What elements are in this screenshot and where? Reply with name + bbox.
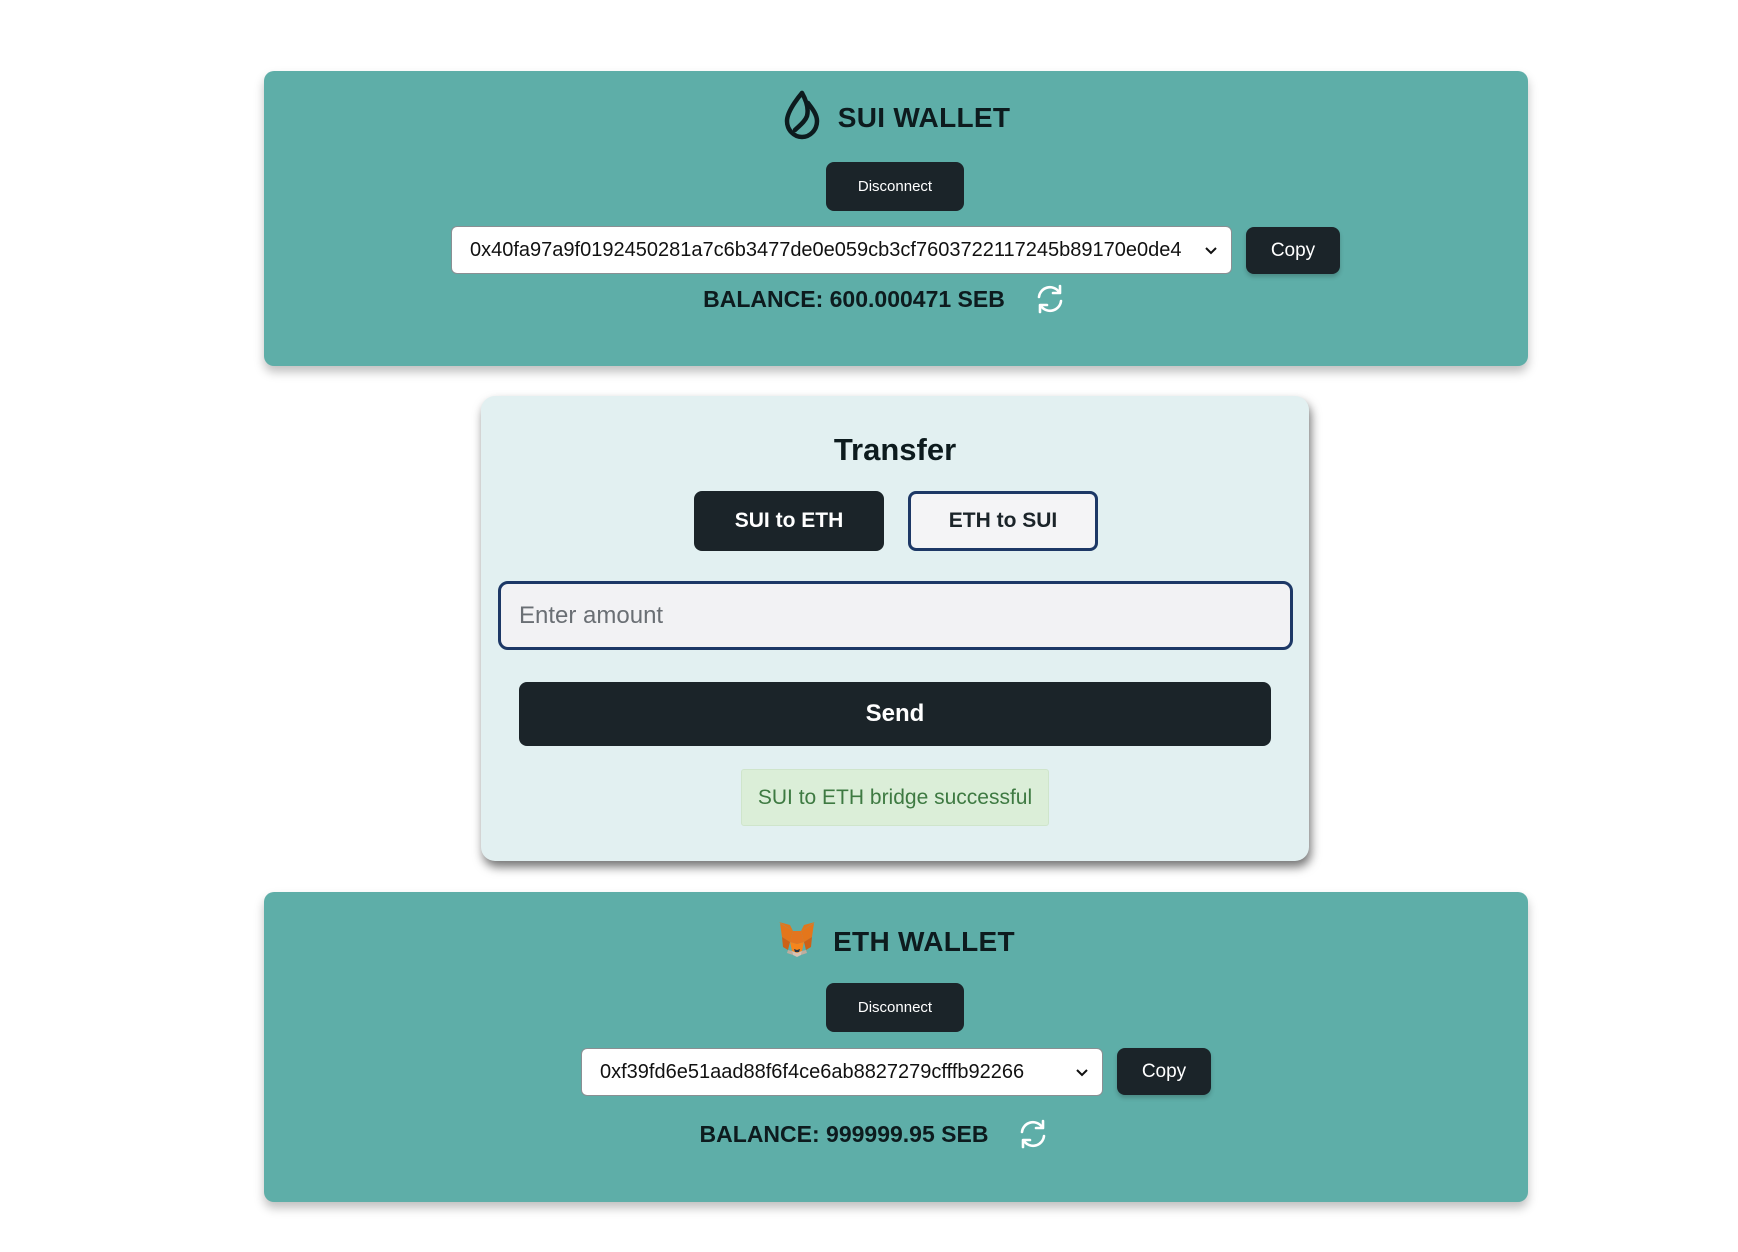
sui-wallet-card: SUI WALLET Disconnect 0x40fa97a9f0192450… xyxy=(264,71,1528,366)
amount-input[interactable] xyxy=(498,581,1293,650)
refresh-icon[interactable] xyxy=(1033,282,1067,316)
sui-address-select[interactable]: 0x40fa97a9f0192450281a7c6b3477de0e059cb3… xyxy=(451,226,1232,274)
sui-to-eth-button[interactable]: SUI to ETH xyxy=(694,491,884,551)
sui-wallet-title: SUI WALLET xyxy=(837,101,1011,133)
eth-to-sui-button[interactable]: ETH to SUI xyxy=(908,491,1098,551)
refresh-icon[interactable] xyxy=(1016,1117,1050,1151)
metamask-fox-icon xyxy=(777,920,817,963)
chevron-down-icon xyxy=(1205,247,1217,255)
eth-wallet-title: ETH WALLET xyxy=(833,925,1015,957)
sui-wallet-header: SUI WALLET xyxy=(264,90,1528,145)
sui-droplet-icon xyxy=(782,90,822,145)
eth-copy-button[interactable]: Copy xyxy=(1117,1048,1211,1095)
eth-balance-row: BALANCE: 999999.95 SEB xyxy=(264,1117,1528,1151)
eth-address-value: 0xf39fd6e51aad88f6f4ce6ab8827279cfffb922… xyxy=(600,1060,1025,1083)
status-message: SUI to ETH bridge successful xyxy=(741,769,1049,826)
eth-balance-text: BALANCE: 999999.95 SEB xyxy=(699,1120,989,1147)
sui-balance-text: BALANCE: 600.000471 SEB xyxy=(703,285,1005,312)
sui-address-value: 0x40fa97a9f0192450281a7c6b3477de0e059cb3… xyxy=(470,238,1182,261)
sui-copy-button[interactable]: Copy xyxy=(1246,227,1340,274)
eth-wallet-card: ETH WALLET Disconnect 0xf39fd6e51aad88f6… xyxy=(264,892,1528,1202)
eth-disconnect-button[interactable]: Disconnect xyxy=(826,983,964,1032)
transfer-title: Transfer xyxy=(833,432,957,467)
eth-wallet-header: ETH WALLET xyxy=(264,920,1528,963)
bridge-page: SUI WALLET Disconnect 0x40fa97a9f0192450… xyxy=(0,0,1738,1252)
sui-balance-row: BALANCE: 600.000471 SEB xyxy=(264,282,1528,316)
eth-address-select[interactable]: 0xf39fd6e51aad88f6f4ce6ab8827279cfffb922… xyxy=(581,1048,1103,1096)
chevron-down-icon xyxy=(1076,1069,1088,1077)
transfer-card: Transfer SUI to ETH ETH to SUI Send SUI … xyxy=(481,396,1309,861)
send-button[interactable]: Send xyxy=(519,682,1271,746)
sui-disconnect-button[interactable]: Disconnect xyxy=(826,162,964,211)
